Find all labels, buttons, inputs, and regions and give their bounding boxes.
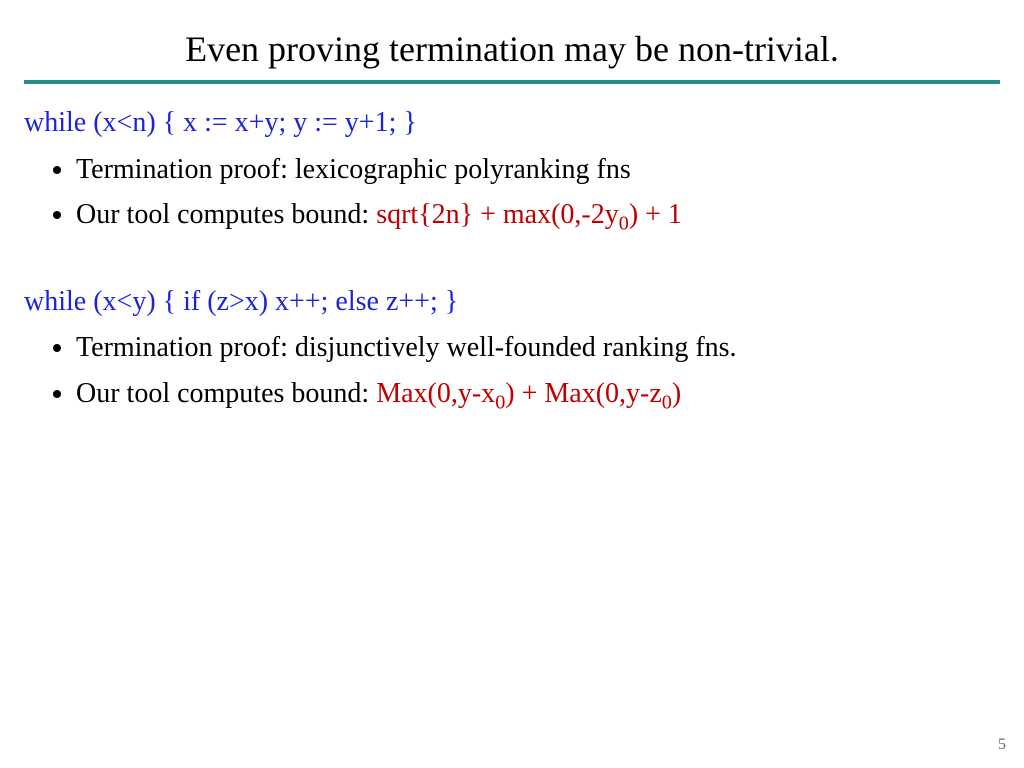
bullet-list-1: Termination proof: lexicographic polyran… [24, 148, 1000, 237]
bound-expression: Max(0,y-x0) + Max(0,y-z0) [376, 378, 681, 409]
subscript: 0 [495, 391, 505, 413]
bullet-prefix: Our tool computes bound: [76, 378, 376, 409]
code-block-1: while (x<n) { x := x+y; y := y+1; } [24, 104, 1000, 142]
title-rule [24, 80, 1000, 84]
list-item: Our tool computes bound: sqrt{2n} + max(… [76, 193, 1000, 236]
expr-part: ) [672, 378, 681, 409]
page-number: 5 [998, 736, 1006, 754]
bullet-prefix: Our tool computes bound: [76, 199, 376, 230]
expr-part: sqrt{2n} + max(0,-2y [376, 199, 619, 230]
expr-part: ) + Max(0,y-z [505, 378, 662, 409]
expr-part: ) + 1 [629, 199, 682, 230]
list-item: Termination proof: disjunctively well-fo… [76, 326, 1000, 369]
slide-title: Even proving termination may be non-triv… [24, 28, 1000, 70]
bullet-list-2: Termination proof: disjunctively well-fo… [24, 326, 1000, 415]
subscript: 0 [619, 213, 629, 235]
slide: Even proving termination may be non-triv… [0, 0, 1024, 768]
bound-expression: sqrt{2n} + max(0,-2y0) + 1 [376, 199, 682, 230]
list-item: Termination proof: lexicographic polyran… [76, 148, 1000, 191]
expr-part: Max(0,y-x [376, 378, 495, 409]
subscript: 0 [662, 391, 672, 413]
code-block-2: while (x<y) { if (z>x) x++; else z++; } [24, 283, 1000, 321]
list-item: Our tool computes bound: Max(0,y-x0) + M… [76, 372, 1000, 415]
